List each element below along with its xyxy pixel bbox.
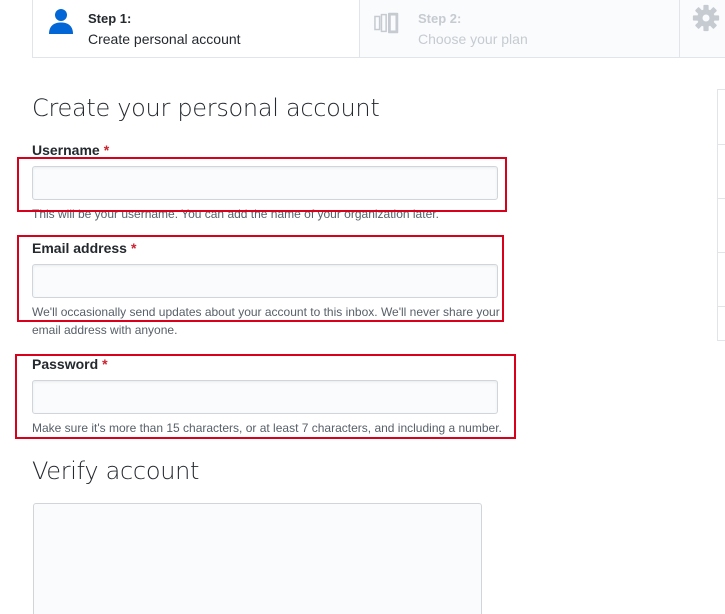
step-choose-plan: Step 2: Choose your plan [360, 0, 680, 57]
signup-steps: Step 1: Create personal account Step 2: … [32, 0, 725, 58]
password-highlight [15, 354, 516, 439]
verify-heading: Verify account [32, 457, 200, 485]
side-panel-divider [718, 306, 725, 307]
username-label: Username * [32, 142, 109, 158]
username-highlight [17, 157, 507, 212]
side-panel [717, 89, 725, 341]
person-icon [49, 9, 73, 34]
plan-icon [374, 12, 399, 34]
step-2-text: Step 2: Choose your plan [418, 8, 528, 50]
verify-captcha-frame[interactable] [33, 503, 482, 614]
step-1-title: Step 1: [88, 11, 132, 26]
gear-icon [692, 4, 720, 32]
step-1-text: Step 1: Create personal account [88, 8, 241, 50]
email-highlight [17, 235, 504, 322]
signup-page: Step 1: Create personal account Step 2: … [0, 0, 725, 614]
side-panel-divider [718, 252, 725, 253]
step-create-account: Step 1: Create personal account [33, 0, 360, 57]
page-title: Create your personal account [32, 94, 380, 122]
step-2-title: Step 2: [418, 11, 462, 26]
side-panel-divider [718, 198, 725, 199]
step-2-description: Choose your plan [418, 31, 528, 47]
required-mark: * [103, 142, 110, 158]
side-panel-divider [718, 144, 725, 145]
step-1-description: Create personal account [88, 31, 241, 47]
username-label-text: Username [32, 142, 100, 158]
step-settings [680, 0, 725, 57]
